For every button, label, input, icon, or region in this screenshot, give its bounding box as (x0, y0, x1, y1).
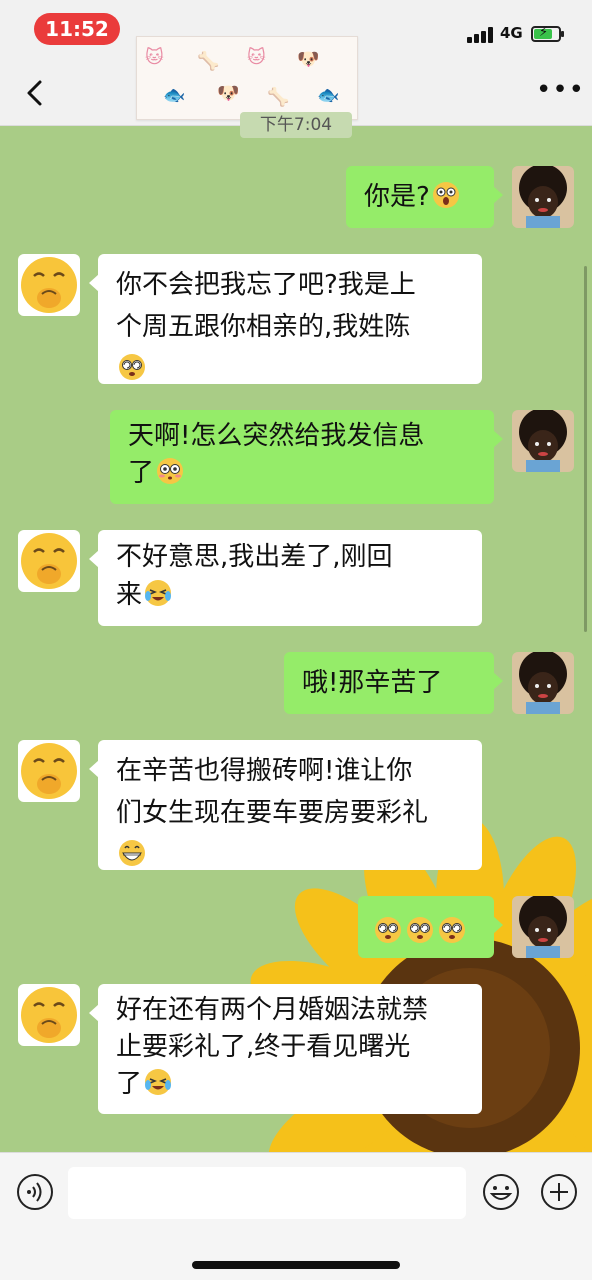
contact-avatar[interactable] (18, 254, 80, 316)
message-text: 你是? (364, 182, 430, 212)
more-dots-icon[interactable]: ••• (536, 77, 584, 106)
plus-icon[interactable] (540, 1173, 578, 1211)
my-avatar[interactable] (512, 896, 574, 958)
dizzy-eyes-face-icon (375, 917, 401, 943)
fish-icon: 🐟 (163, 85, 186, 106)
incoming-message-bubble[interactable]: 你不会把我忘了吧?我是上 个周五跟你相亲的,我姓陈 (89, 254, 482, 384)
avatar-image (18, 740, 80, 802)
avatar-image (512, 166, 574, 228)
dizzy-eyes-face-icon (407, 917, 433, 943)
message-input-bar (0, 1152, 592, 1280)
dizzy-eyes-face-icon (439, 917, 465, 943)
avatar-image (512, 652, 574, 714)
signal-icon (467, 27, 495, 43)
message-line: 了 (128, 458, 155, 488)
chevron-left-icon[interactable] (20, 76, 50, 110)
message-line: 天啊!怎么突然给我发信息 (128, 421, 425, 451)
contact-avatar[interactable] (18, 530, 80, 592)
my-avatar[interactable] (512, 652, 574, 714)
incoming-message-bubble[interactable]: 不好意思,我出差了,刚回 来 (89, 530, 482, 626)
flushed-face-icon (157, 458, 184, 484)
message-line: 好在还有两个月婚姻法就禁 (116, 995, 429, 1025)
shocked-face-icon (432, 182, 459, 208)
message-line: 止要彩礼了,终于看见曙光 (116, 1032, 411, 1062)
cat-face-icon: 🐱 (145, 47, 164, 68)
network-type: 4G (500, 24, 523, 42)
dizzy-eyes-face-icon (119, 354, 145, 380)
message-line: 们女生现在要车要房要彩礼 (116, 798, 429, 828)
cat-face-icon: 🐱 (247, 47, 266, 68)
outgoing-message-bubble[interactable]: 哦!那辛苦了 (284, 652, 503, 714)
my-avatar[interactable] (512, 166, 574, 228)
bone-icon: 🦴 (267, 87, 290, 108)
avatar-image (18, 984, 80, 1046)
chat-area[interactable]: 你是? 你不会把我忘了吧?我是上 个周五跟你相亲的,我姓陈 天啊!怎么突然给我发… (0, 138, 592, 1152)
my-avatar[interactable] (512, 410, 574, 472)
contact-avatar[interactable] (18, 984, 80, 1046)
avatar-image (512, 410, 574, 472)
message-line: 来 (116, 580, 143, 610)
title-sticker: 🐱 🦴 🐱 🐶 🐟 🐶 🦴 🐟 (136, 36, 358, 120)
home-indicator[interactable] (192, 1261, 400, 1269)
message-line: 了 (116, 1069, 143, 1099)
battery-icon: ⚡ (531, 25, 564, 42)
dog-face-icon: 🐶 (217, 83, 240, 104)
message-line: 个周五跟你相亲的,我姓陈 (116, 312, 411, 342)
avatar-image (18, 254, 80, 316)
crying-laughing-face-icon (145, 1069, 172, 1095)
message-line: 你不会把我忘了吧?我是上 (116, 270, 416, 300)
outgoing-message-bubble[interactable] (358, 896, 503, 958)
bone-icon: 🦴 (197, 51, 220, 72)
fish-icon: 🐟 (317, 85, 340, 106)
voice-icon[interactable] (16, 1173, 54, 1211)
incoming-message-bubble[interactable]: 在辛苦也得搬砖啊!谁让你 们女生现在要车要房要彩礼 (89, 740, 482, 870)
message-text: 哦!那辛苦了 (302, 668, 443, 698)
incoming-message-bubble[interactable]: 好在还有两个月婚姻法就禁 止要彩礼了,终于看见曙光 了 (89, 984, 482, 1114)
avatar-image (512, 896, 574, 958)
outgoing-message-bubble[interactable]: 你是? (346, 166, 503, 228)
charging-bolt-icon: ⚡ (539, 25, 549, 40)
outgoing-message-bubble[interactable]: 天啊!怎么突然给我发信息 了 (110, 410, 503, 504)
message-line: 在辛苦也得搬砖啊!谁让你 (116, 756, 413, 786)
message-line: 不好意思,我出差了,刚回 (116, 542, 393, 572)
crying-laughing-face-icon (145, 580, 172, 606)
status-time: 11:52 (34, 13, 120, 45)
scroll-indicator[interactable] (584, 266, 587, 632)
message-timestamp: 下午7:04 (240, 112, 352, 138)
smile-icon[interactable] (482, 1173, 520, 1211)
avatar-image (18, 530, 80, 592)
contact-avatar[interactable] (18, 740, 80, 802)
grinning-face-icon (119, 840, 145, 866)
dog-face-icon: 🐶 (297, 49, 320, 70)
message-input[interactable] (68, 1167, 466, 1219)
